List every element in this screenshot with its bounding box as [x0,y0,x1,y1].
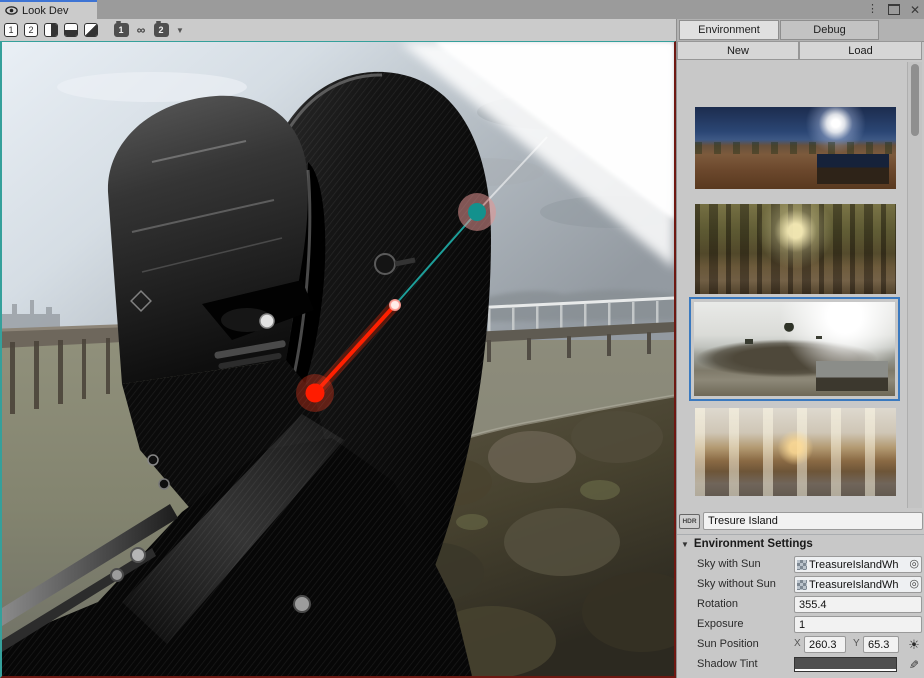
link-cameras-button[interactable]: ∞ [132,22,150,39]
sky-without-sun-object-field[interactable]: TreasureIslandWh ◎ [794,576,922,593]
section-divider [677,534,924,535]
env-thumbnail-outback-desert[interactable] [695,107,896,189]
maximize-icon[interactable] [888,4,900,15]
shadow-tint-label: Shadow Tint [697,658,758,670]
eyedropper-icon[interactable]: ✎ [906,656,922,673]
cubemap-asset-icon [797,580,807,590]
camera-1-icon: 1 [114,23,129,37]
gizmo-teal-handle[interactable] [468,203,486,221]
tab-environment-label: Environment [698,24,760,36]
gizmo-mid-handle[interactable] [390,300,400,310]
kebab-menu-icon[interactable]: ⋮ [867,4,878,15]
top-bottom-view-button[interactable] [62,22,80,39]
tab-look-dev[interactable]: Look Dev [0,0,97,19]
env-thumbnail-inset [816,361,888,391]
sun-position-label: Sun Position [697,638,759,650]
single-view-1-button[interactable]: 1 [2,22,20,39]
sky-with-sun-object-field[interactable]: TreasureIslandWh ◎ [794,556,922,573]
environment-panel: Environment Debug New Load + − [676,19,924,678]
close-icon[interactable]: ✕ [910,4,920,16]
sky-without-sun-value: TreasureIslandWh [809,579,907,591]
shadow-tint-color-swatch[interactable] [794,657,897,672]
view-1-icon: 1 [4,23,18,37]
side-by-side-view-button[interactable] [42,22,60,39]
exposure-input[interactable] [794,616,922,633]
eye-icon [5,6,18,15]
exposure-row: Exposure [677,616,924,634]
horizontal-split-icon [64,23,78,37]
viewport-render[interactable] [0,41,676,678]
scrollbar-thumb[interactable] [911,64,919,136]
cubemap-asset-icon [797,560,807,570]
environment-settings-title: Environment Settings [694,538,813,550]
tab-debug[interactable]: Debug [780,20,879,40]
y-axis-label: Y [853,638,860,649]
sky-without-sun-row: Sky without Sun TreasureIslandWh ◎ [677,576,924,594]
exposure-label: Exposure [697,618,743,630]
foldout-arrow-icon: ▼ [681,540,689,549]
sun-position-y-input[interactable] [863,636,899,653]
selected-environment-outline [689,297,900,401]
vertical-split-icon [44,23,58,37]
environment-settings-foldout[interactable]: ▼ Environment Settings [681,538,813,550]
single-view-2-button[interactable]: 2 [22,22,40,39]
object-picker-icon[interactable]: ◎ [909,559,919,570]
lookdev-toolbar: 1 2 1 ∞ 2 ▼ [0,19,676,41]
load-button[interactable]: Load [799,41,922,60]
new-button-label: New [727,45,749,57]
sky-with-sun-label: Sky with Sun [697,558,761,570]
shadow-tint-row: Shadow Tint ✎ [677,656,924,674]
sky-with-sun-value: TreasureIslandWh [809,559,907,571]
panel-tab-strip: Environment Debug [677,19,924,42]
object-picker-icon[interactable]: ◎ [909,579,919,590]
env-actions-row: New Load [677,41,924,60]
tab-debug-label: Debug [813,24,845,36]
env-thumbnail-redwood-forest[interactable] [695,204,896,294]
link-icon: ∞ [137,23,146,37]
sun-position-row: Sun Position X Y ☀ [677,636,924,654]
camera-2-button[interactable]: 2 [152,22,170,39]
split-screen-view-button[interactable] [82,22,100,39]
rotation-label: Rotation [697,598,738,610]
environment-name-input[interactable] [703,512,923,530]
view-2-icon: 2 [24,23,38,37]
env-thumbnail-treasure-island[interactable] [694,302,895,396]
viewport-scene [2,42,674,676]
sun-brightness-icon[interactable]: ☀ [906,636,922,653]
camera-2-icon: 2 [154,23,169,37]
load-button-label: Load [848,45,872,57]
env-list-scrollbar[interactable] [907,62,922,508]
env-thumbnail-church-interior[interactable] [695,408,896,496]
camera-1-button[interactable]: 1 [112,22,130,39]
tab-environment[interactable]: Environment [679,20,779,40]
x-axis-label: X [794,638,801,649]
new-button[interactable]: New [677,41,799,60]
sky-without-sun-label: Sky without Sun [697,578,776,590]
rotation-row: Rotation [677,596,924,614]
env-thumbnail-inset [817,154,889,184]
diagonal-split-icon [84,23,98,37]
sun-position-x-input[interactable] [804,636,846,653]
window-titlebar: Look Dev ⋮ ✕ [0,0,924,19]
rotation-input[interactable] [794,596,922,613]
more-options-dropdown[interactable]: ▼ [176,26,184,35]
sky-with-sun-row: Sky with Sun TreasureIslandWh ◎ [677,556,924,574]
window-title: Look Dev [22,5,68,17]
environment-list: + − [677,60,924,507]
hdr-badge-icon: HDR [679,514,700,529]
hdr-name-row: HDR [679,511,923,531]
gizmo-red-handle[interactable] [306,384,325,403]
